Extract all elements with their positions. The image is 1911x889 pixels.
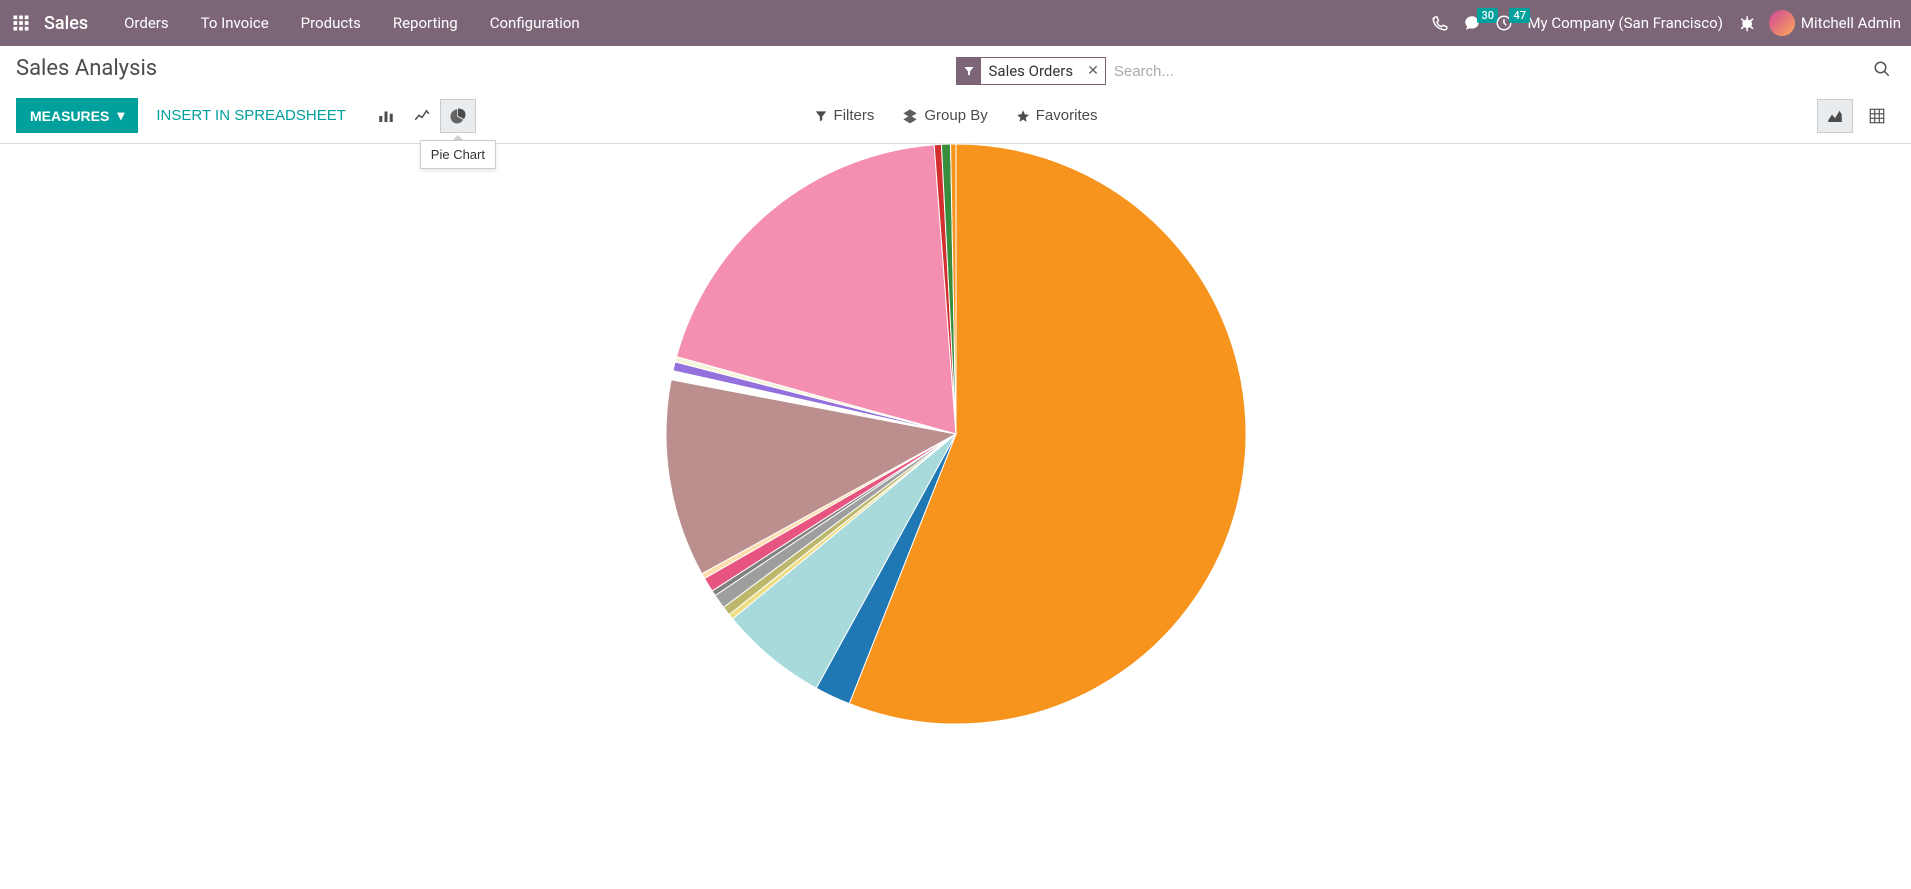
- navbar-left: Sales Orders To Invoice Products Reporti…: [10, 12, 594, 34]
- groupby-label: Group By: [924, 107, 987, 124]
- view-switcher: [1817, 99, 1895, 133]
- nav-orders[interactable]: Orders: [110, 14, 183, 32]
- groupby-button[interactable]: Group By: [902, 107, 987, 124]
- facet-label: Sales Orders: [981, 62, 1082, 80]
- activities-badge: 47: [1509, 8, 1530, 23]
- measures-label: MEASURES: [30, 108, 109, 124]
- app-brand[interactable]: Sales: [44, 13, 88, 34]
- debug-icon[interactable]: [1737, 14, 1755, 32]
- apps-icon[interactable]: [10, 12, 32, 34]
- caret-down-icon: ▾: [117, 107, 124, 124]
- search-facet: Sales Orders ✕: [956, 57, 1106, 85]
- nav-reporting[interactable]: Reporting: [379, 14, 472, 32]
- messages-icon[interactable]: 30: [1463, 14, 1481, 32]
- measures-button[interactable]: MEASURES ▾: [16, 98, 138, 133]
- search-bar[interactable]: Sales Orders ✕: [956, 56, 1896, 86]
- chart-area: [0, 144, 1911, 744]
- nav-products[interactable]: Products: [287, 14, 375, 32]
- nav-to-invoice[interactable]: To Invoice: [187, 14, 283, 32]
- phone-icon[interactable]: [1431, 14, 1449, 32]
- search-icon[interactable]: [1869, 56, 1895, 86]
- filter-icon: [957, 58, 981, 84]
- pie-chart[interactable]: [656, 134, 1256, 734]
- pie-chart-tooltip: Pie Chart: [420, 140, 496, 169]
- pie-chart-button[interactable]: Pie Chart: [440, 99, 476, 133]
- filters-label: Filters: [834, 107, 875, 124]
- search-input[interactable]: [1112, 59, 1869, 84]
- chart-type-group: Pie Chart: [368, 99, 476, 133]
- company-selector[interactable]: My Company (San Francisco): [1527, 14, 1722, 32]
- control-panel: Sales Analysis Sales Orders ✕ MEASURES ▾…: [0, 46, 1911, 143]
- top-navbar: Sales Orders To Invoice Products Reporti…: [0, 0, 1911, 46]
- nav-configuration[interactable]: Configuration: [476, 14, 594, 32]
- navbar-right: 30 47 My Company (San Francisco) Mitchel…: [1431, 10, 1901, 36]
- facet-close-icon[interactable]: ✕: [1081, 63, 1105, 79]
- pivot-view-button[interactable]: [1859, 99, 1895, 133]
- graph-view-button[interactable]: [1817, 99, 1853, 133]
- page-title: Sales Analysis: [16, 56, 956, 81]
- avatar: [1769, 10, 1795, 36]
- user-menu[interactable]: Mitchell Admin: [1769, 10, 1901, 36]
- filters-button[interactable]: Filters: [814, 107, 875, 124]
- cp-top: Sales Analysis Sales Orders ✕: [16, 56, 1895, 86]
- line-chart-button[interactable]: [404, 99, 440, 133]
- favorites-button[interactable]: Favorites: [1016, 107, 1098, 124]
- bar-chart-button[interactable]: [368, 99, 404, 133]
- activities-icon[interactable]: 47: [1495, 14, 1513, 32]
- insert-spreadsheet-button[interactable]: INSERT IN SPREADSHEET: [156, 107, 346, 124]
- favorites-label: Favorites: [1036, 107, 1098, 124]
- filter-group: Filters Group By Favorites: [814, 107, 1098, 124]
- user-name: Mitchell Admin: [1801, 14, 1901, 32]
